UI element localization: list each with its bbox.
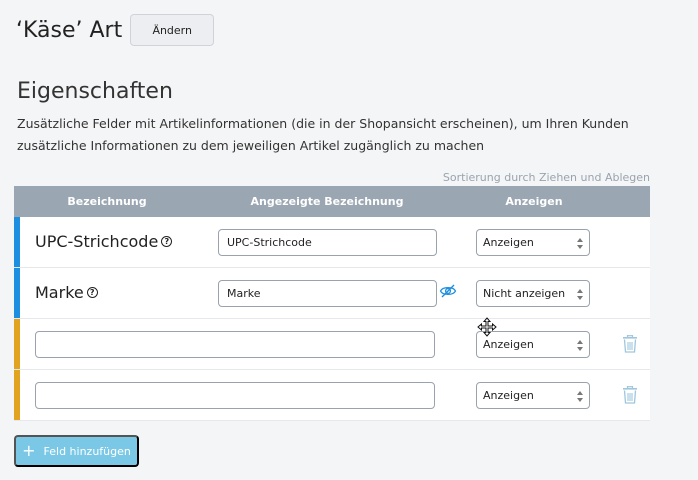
sort-hint: Sortierung durch Ziehen und Ablegen — [442, 171, 650, 184]
trash-icon[interactable] — [622, 335, 638, 353]
select-arrows-icon — [577, 340, 583, 351]
add-field-label: Feld hinzufügen — [43, 444, 131, 458]
column-header-label: Bezeichnung — [67, 195, 147, 208]
page-title: ‘Käse’ Art — [16, 17, 123, 43]
row-label: Marke ? — [35, 283, 98, 302]
question-circle-icon[interactable]: ? — [86, 287, 98, 298]
table-header: Bezeichnung Angezeigte Bezeichnung Anzei… — [14, 186, 650, 217]
column-header-display: Angezeigte Bezeichnung — [250, 195, 404, 208]
visibility-select-value: Anzeigen — [483, 338, 534, 351]
section-title: Eigenschaften — [17, 79, 173, 104]
table-row[interactable]: Anzeigen — [14, 319, 650, 370]
move-cursor-icon — [477, 317, 497, 337]
table-row[interactable]: UPC-Strichcode ? UPC-Strichcode Anzeigen — [14, 217, 650, 268]
select-arrows-icon — [577, 391, 583, 402]
change-button[interactable]: Ändern — [130, 14, 215, 46]
visibility-select-value: Nicht anzeigen — [483, 287, 566, 300]
visibility-select[interactable]: Anzeigen — [476, 229, 590, 256]
drag-handle[interactable] — [14, 217, 20, 267]
label-input[interactable] — [35, 331, 435, 358]
label-input[interactable] — [35, 382, 435, 409]
visibility-select-value: Anzeigen — [483, 236, 534, 249]
eye-slash-icon[interactable] — [439, 282, 457, 300]
table-row[interactable]: Anzeigen — [14, 370, 650, 421]
title-row: ‘Käse’ Art Ändern — [16, 14, 215, 46]
display-name-input[interactable]: Marke — [218, 280, 437, 307]
visibility-select[interactable]: Nicht anzeigen — [476, 280, 590, 307]
drag-handle[interactable] — [14, 370, 20, 420]
section-description: Zusätzliche Felder mit Artikelinformatio… — [17, 116, 629, 153]
add-field-button[interactable]: + Feld hinzufügen — [14, 435, 139, 467]
trash-icon[interactable] — [622, 386, 638, 404]
question-circle-icon[interactable]: ? — [161, 236, 173, 247]
column-header-visibility: Anzeigen — [505, 195, 563, 208]
table-row[interactable]: Marke ? Marke Nicht anzeigen — [14, 268, 650, 319]
select-arrows-icon — [577, 289, 583, 300]
visibility-select[interactable]: Anzeigen — [476, 382, 590, 409]
display-name-input[interactable]: UPC-Strichcode — [218, 229, 437, 256]
row-label-text: UPC-Strichcode — [35, 232, 159, 251]
drag-handle[interactable] — [14, 268, 20, 318]
properties-table: Bezeichnung Angezeigte Bezeichnung Anzei… — [14, 186, 650, 421]
row-label-text: Marke — [35, 283, 84, 302]
visibility-select-value: Anzeigen — [483, 389, 534, 402]
row-label: UPC-Strichcode ? — [35, 232, 173, 251]
select-arrows-icon — [577, 238, 583, 249]
drag-handle[interactable] — [14, 319, 20, 369]
plus-icon: + — [22, 441, 36, 460]
